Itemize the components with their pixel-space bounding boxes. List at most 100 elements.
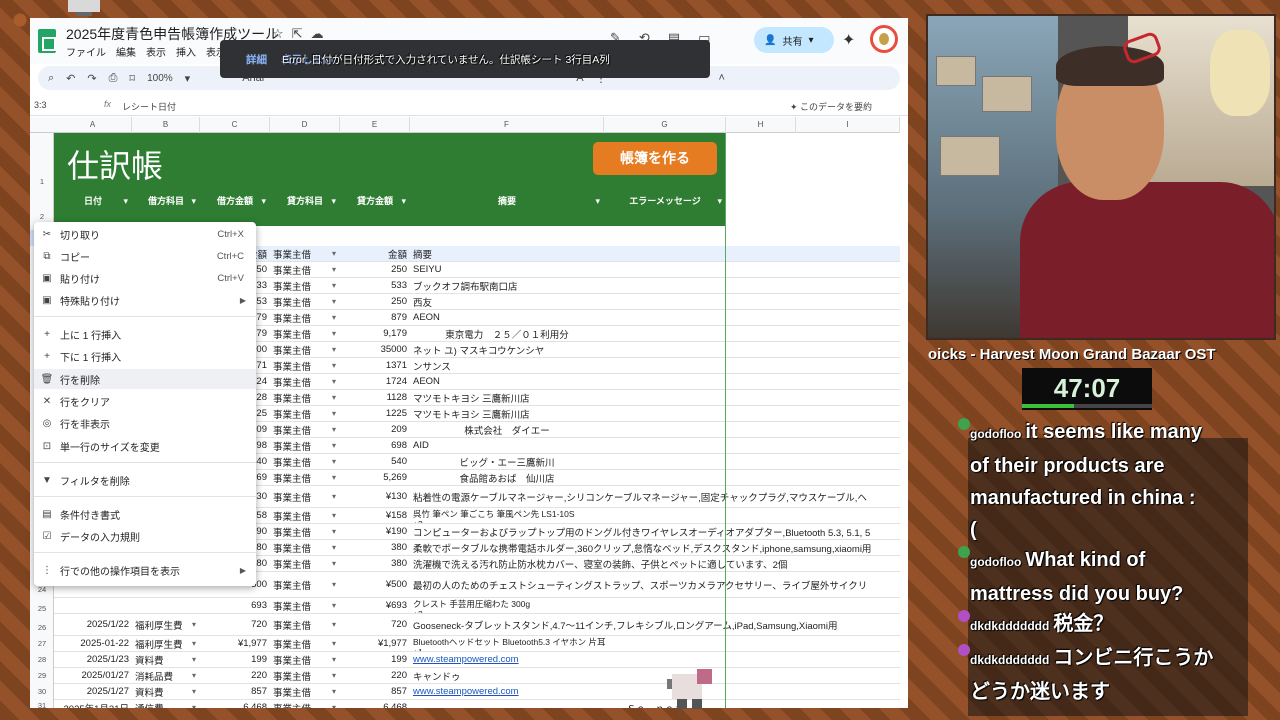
cell-b[interactable]: 福利厚生費 ▾ (132, 636, 200, 651)
col-header-h[interactable]: H (726, 117, 796, 133)
cell-f[interactable]: 柔軟でポータブルな携帯電話ホルダー,360クリップ,怠惰なベッド,デスクスタンド… (410, 540, 900, 555)
filter-icon[interactable]: ▾ (401, 191, 406, 211)
cell-d[interactable]: 事業主借 ▾ (270, 278, 340, 293)
cell-e[interactable]: 533 (340, 278, 410, 293)
dropdown-chevron-icon[interactable]: ▾ (192, 703, 196, 708)
dropdown-chevron-icon[interactable]: ▾ (332, 559, 336, 568)
dropdown-chevron-icon[interactable]: ▾ (332, 425, 336, 434)
menu-remove-filter[interactable]: ▼ フィルタを削除 (34, 470, 256, 490)
dropdown-chevron-icon[interactable]: ▾ (332, 687, 336, 696)
menu-paste-special[interactable]: ▣ 特殊貼り付け ▶ (34, 290, 256, 310)
row-header[interactable]: 30 (30, 687, 54, 696)
cell-f[interactable]: ビッグ・エー三鷹新川 (410, 454, 604, 469)
filter-icon[interactable]: ▾ (595, 191, 600, 211)
cell-e[interactable]: ¥1,977 (340, 636, 410, 651)
cell-f[interactable]: ンサンス (410, 358, 900, 373)
cell-d[interactable]: 事業主借 ▾ (270, 406, 340, 421)
dropdown-chevron-icon[interactable]: ▾ (332, 265, 336, 274)
dropdown-chevron-icon[interactable]: ▾ (332, 655, 336, 664)
cell-d[interactable]: 事業主借 ▾ (270, 294, 340, 309)
cell-e[interactable]: 250 (340, 294, 410, 309)
dropdown-chevron-icon[interactable]: ▾ (332, 361, 336, 370)
cell-e[interactable]: ¥693 (340, 598, 410, 613)
cell-e[interactable]: 380 (340, 540, 410, 555)
toast-details-button[interactable]: 詳細 (246, 52, 267, 67)
cell-d[interactable]: 事業主借 ▾ (270, 310, 340, 325)
cell-f[interactable]: 東京電力 ２５／０１利用分 (410, 326, 604, 341)
cell-f[interactable]: Ｓｏ－ｎｅｔ (410, 700, 900, 709)
cell-f[interactable]: 株式会社 ダイエー (410, 422, 604, 437)
menu-insert-below[interactable]: + 下に 1 行挿入 (34, 346, 256, 366)
search-icon[interactable]: ⌕ (48, 72, 54, 85)
cell-d[interactable]: 事業主借 ▾ (270, 262, 340, 277)
dropdown-chevron-icon[interactable]: ▾ (332, 409, 336, 418)
cell-b[interactable]: 資料費 ▾ (132, 684, 200, 699)
cell-e[interactable]: 250 (340, 262, 410, 277)
star-icon[interactable]: ☆ (272, 26, 292, 41)
col-header-c[interactable]: C (200, 117, 270, 133)
print-icon[interactable]: ⎙ (109, 72, 118, 85)
cell-e[interactable]: 380 (340, 556, 410, 571)
cell-d[interactable]: 事業主借 ▾ (270, 358, 340, 373)
redo-icon[interactable]: ↷ (87, 72, 96, 85)
cell-c[interactable]: 720 (200, 614, 270, 635)
dropdown-chevron-icon[interactable]: ▾ (332, 441, 336, 450)
name-box[interactable]: 3:3 (34, 100, 47, 110)
menu-delete-row[interactable]: 🗑 行を削除 (34, 369, 256, 389)
cell-d[interactable]: 事業主借 ▾ (270, 454, 340, 469)
menu-resize-row[interactable]: ⊡ 単一行のサイズを変更 (34, 436, 256, 456)
dropdown-chevron-icon[interactable]: ▾ (332, 313, 336, 322)
summarize-button[interactable]: ✦ このデータを要約 (790, 100, 872, 113)
cell-d[interactable]: 事業主借 ▾ (270, 246, 340, 261)
chevron-down-icon[interactable]: ▾ (808, 35, 813, 46)
cell-f[interactable]: www.steampowered.com (410, 684, 900, 699)
cell-e[interactable]: ¥130 (340, 486, 410, 507)
cell-b[interactable]: 消耗品費 ▾ (132, 668, 200, 683)
menu-cut[interactable]: ✂ 切り取り Ctrl+X (34, 224, 256, 244)
dropdown-chevron-icon[interactable]: ▾ (332, 620, 336, 629)
dropdown-chevron-icon[interactable]: ▾ (192, 671, 196, 680)
cell-f[interactable]: www.steampowered.com (410, 652, 900, 667)
cell-e[interactable]: 5,269 (340, 470, 410, 485)
cell-d[interactable]: 事業主借 ▾ (270, 508, 340, 523)
gemini-icon[interactable]: ✦ (842, 30, 855, 50)
menu-view[interactable]: 表示 (146, 44, 166, 59)
cell-d[interactable]: 事業主借 ▾ (270, 572, 340, 597)
cell-d[interactable]: 事業主借 ▾ (270, 556, 340, 571)
cell-a[interactable]: 2025年1月31日 (54, 700, 132, 709)
formula-input[interactable]: レシート日付 (122, 100, 176, 113)
cell-d[interactable]: 事業主借 ▾ (270, 636, 340, 651)
cell-d[interactable]: 事業主借 ▾ (270, 342, 340, 357)
cell-c[interactable]: ¥1,977 (200, 636, 270, 651)
row-header[interactable]: 28 (30, 655, 54, 664)
cell-f[interactable]: Gooseneck-タブレットスタンド,4.7〜11インチ,フレキシブル,ロング… (410, 614, 900, 635)
cell-f[interactable]: Bluetoothヘッドセット Bluetooth5.3 イヤホン 片耳+1 (410, 636, 900, 651)
filter-icon[interactable]: ▾ (331, 191, 336, 211)
cell-d[interactable]: 事業主借 ▾ (270, 524, 340, 539)
cell-e[interactable]: 1128 (340, 390, 410, 405)
menu-paste[interactable]: ▣ 貼り付け Ctrl+V (34, 268, 256, 288)
cell-d[interactable]: 事業主借 ▾ (270, 390, 340, 405)
dropdown-chevron-icon[interactable]: ▾ (332, 281, 336, 290)
menu-clear-row[interactable]: ✕ 行をクリア (34, 391, 256, 411)
cell-f[interactable]: 摘要 (410, 246, 900, 261)
dropdown-chevron-icon[interactable]: ▾ (192, 687, 196, 696)
cell-f[interactable]: マツモトキヨシ 三鷹新川店 (410, 390, 900, 405)
cell-e[interactable]: 698 (340, 438, 410, 453)
cell-f[interactable]: 西友 (410, 294, 900, 309)
cell-d[interactable]: 事業主借 ▾ (270, 470, 340, 485)
zoom-select[interactable]: 100% (147, 73, 173, 84)
menu-insert-above[interactable]: + 上に 1 行挿入 (34, 324, 256, 344)
cell-e[interactable]: 35000 (340, 342, 410, 357)
paint-format-icon[interactable]: ⌑ (129, 72, 135, 85)
cell-f[interactable]: 洗濯機で洗える汚れ防止防水枕カバー、寝室の装飾、子供とペットに適しています、2個 (410, 556, 900, 571)
sheets-logo-icon[interactable] (38, 29, 56, 53)
cell-d[interactable]: 事業主借 ▾ (270, 374, 340, 389)
cell-c[interactable]: 693 (200, 598, 270, 613)
menu-more-actions[interactable]: ⋮ 行での他の操作項目を表示 ▶ (34, 560, 256, 580)
move-icon[interactable]: ⇱ (292, 26, 311, 41)
row-header[interactable]: 2 (30, 212, 54, 221)
dropdown-chevron-icon[interactable]: ▾ (332, 639, 336, 648)
dropdown-chevron-icon[interactable]: ▾ (332, 249, 336, 258)
cell-d[interactable]: 事業主借 ▾ (270, 326, 340, 341)
